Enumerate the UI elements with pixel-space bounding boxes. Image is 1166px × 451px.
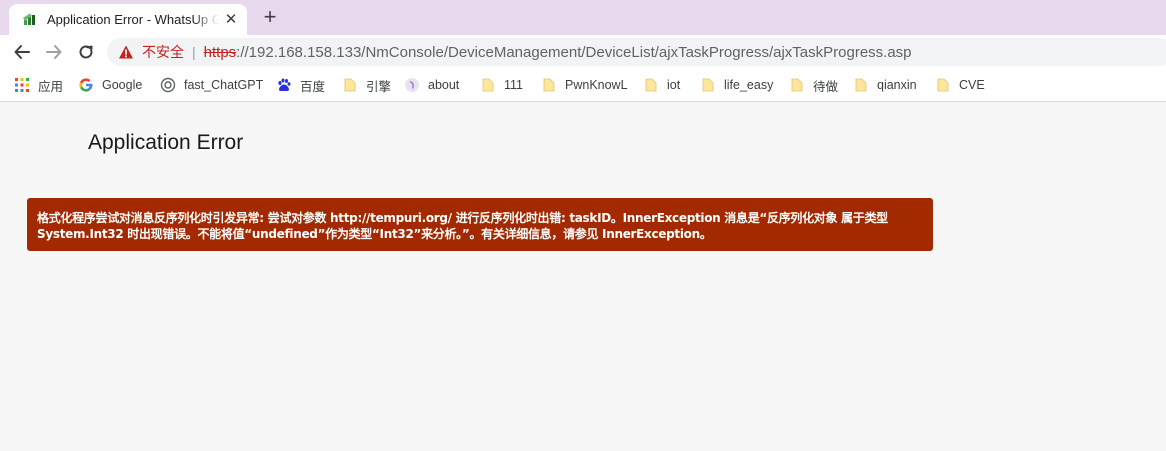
url-protocol: https [203, 43, 237, 61]
bookmark-apps[interactable]: 应用 [14, 76, 63, 94]
folder-icon [937, 78, 949, 92]
bookmark-label: about [428, 78, 460, 92]
bookmark-label: CVE [959, 78, 985, 92]
bookmark-folder-111[interactable]: 111 [480, 76, 523, 94]
apps-grid-icon [15, 78, 29, 92]
whatsup-gold-icon [23, 13, 35, 25]
security-indicator[interactable]: 不安全 [142, 42, 184, 62]
bookmark-folder-pwnknowl[interactable]: PwnKnowL [541, 76, 628, 94]
tab-title: Application Error - WhatsUp Gold [47, 12, 219, 27]
chatgpt-icon [160, 77, 176, 93]
folder-icon [645, 78, 657, 92]
arrow-left-icon [14, 45, 30, 59]
folder-icon [702, 78, 714, 92]
bookmark-label: 引擎 [366, 79, 392, 94]
folder-icon [855, 78, 867, 92]
address-separator: | [192, 44, 196, 60]
warning-triangle-icon [119, 45, 133, 59]
bookmark-label: 待做 [813, 79, 839, 94]
bookmark-folder-todo[interactable]: 待做 [789, 76, 838, 94]
close-icon[interactable]: ✕ [223, 11, 239, 28]
folder-icon [543, 78, 555, 92]
folder-icon [344, 78, 356, 92]
address-bar[interactable]: 不安全 | https ://192.168.158.133/NmConsole… [107, 38, 1166, 66]
tab-strip: Application Error - WhatsUp Gold ✕ + [0, 0, 1166, 35]
about-icon [405, 78, 419, 92]
bookmarks-bar: 应用 Google fast_ChatGPT 百度 引擎 about 111 P… [0, 69, 1166, 102]
bookmark-label: qianxin [877, 78, 917, 92]
error-message-box: 格式化程序尝试对消息反序列化时引发异常: 尝试对参数 http://tempur… [27, 198, 933, 251]
url-text: ://192.168.158.133/NmConsole/DeviceManag… [236, 43, 912, 61]
bookmark-about[interactable]: about [404, 76, 459, 94]
bookmark-folder-cve[interactable]: CVE [935, 76, 985, 94]
bookmark-label: 111 [504, 78, 524, 92]
reload-button[interactable] [74, 40, 98, 64]
bookmark-folder-iot[interactable]: iot [643, 76, 680, 94]
bookmark-baidu[interactable]: 百度 [276, 76, 325, 94]
folder-icon [791, 78, 803, 92]
bookmark-label: life_easy [724, 78, 774, 92]
bookmark-google[interactable]: Google [78, 76, 142, 94]
bookmark-folder-life-easy[interactable]: life_easy [700, 76, 773, 94]
new-tab-button[interactable]: + [258, 6, 282, 30]
baidu-icon [278, 78, 291, 92]
error-message-line: 格式化程序尝试对消息反序列化时引发异常: 尝试对参数 http://tempur… [37, 211, 888, 225]
reload-icon [79, 45, 93, 59]
bookmark-fast-chatgpt[interactable]: fast_ChatGPT [160, 76, 263, 94]
browser-toolbar: 不安全 | https ://192.168.158.133/NmConsole… [0, 35, 1166, 69]
page-title: Application Error [88, 131, 244, 154]
bookmark-label: PwnKnowL [565, 78, 628, 92]
bookmark-label: iot [667, 78, 681, 92]
bookmark-label: 百度 [300, 79, 326, 94]
bookmark-folder-qianxin[interactable]: qianxin [853, 76, 917, 94]
bookmark-label: fast_ChatGPT [184, 78, 264, 92]
tab-application-error[interactable]: Application Error - WhatsUp Gold ✕ [9, 4, 247, 35]
bookmark-label: Google [102, 78, 143, 92]
bookmark-label: 应用 [38, 79, 64, 94]
page-content: Application Error 格式化程序尝试对消息反序列化时引发异常: 尝… [0, 103, 1166, 451]
back-button[interactable] [10, 40, 34, 64]
arrow-right-icon [46, 45, 62, 59]
bookmark-folder-engine[interactable]: 引擎 [342, 76, 391, 94]
google-icon [79, 78, 93, 92]
forward-button[interactable] [42, 40, 66, 64]
folder-icon [482, 78, 494, 92]
error-message-line: System.Int32 时出现错误。不能将值“undefined”作为类型“I… [37, 227, 712, 241]
